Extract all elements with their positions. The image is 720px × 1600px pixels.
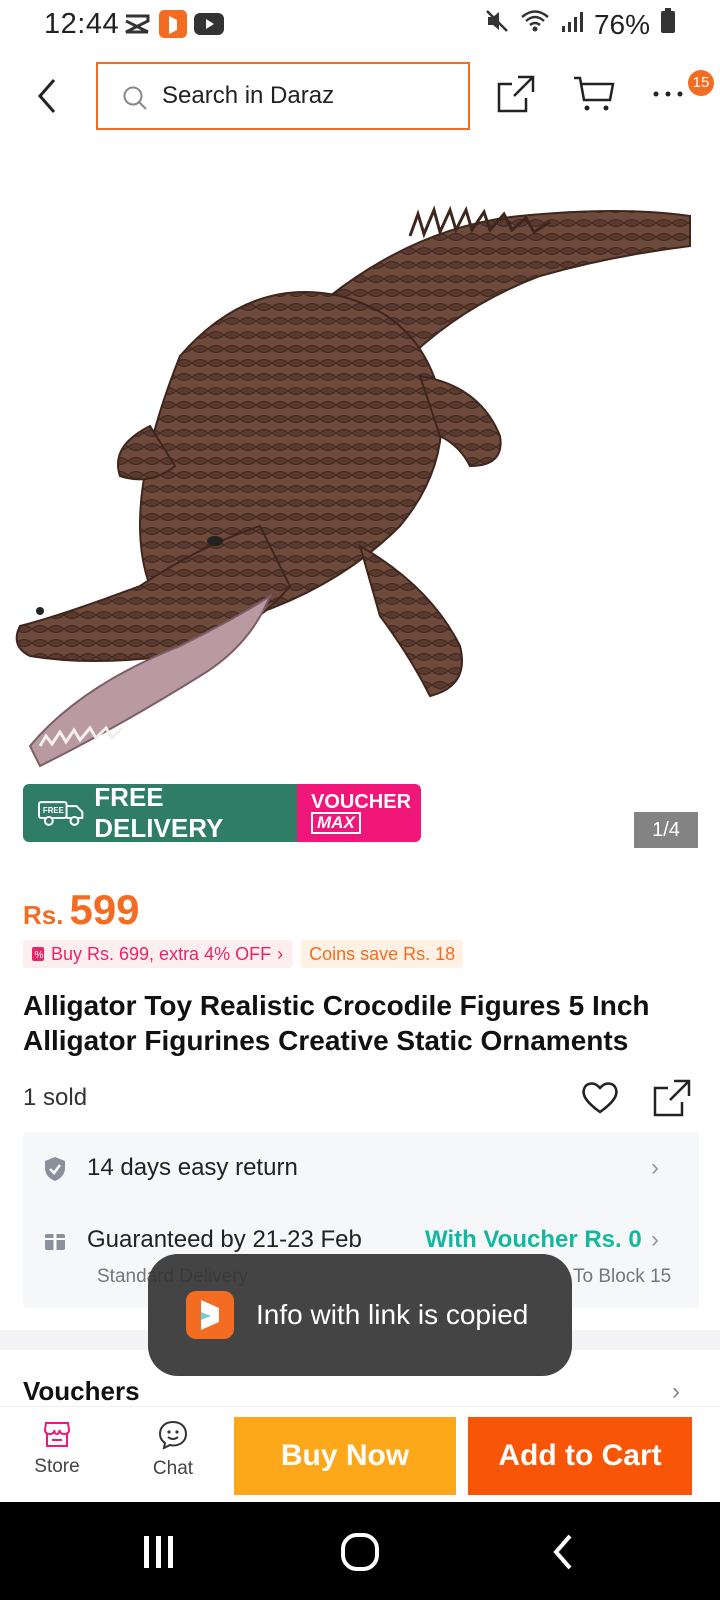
vouchers-heading[interactable]: Vouchers: [23, 1376, 140, 1407]
product-title: Alligator Toy Realistic Crocodile Figure…: [23, 990, 650, 1056]
svg-text:%: %: [35, 950, 44, 961]
delivery-text: Guaranteed by 21-23 Feb: [87, 1226, 362, 1253]
product-image[interactable]: [0, 146, 720, 846]
copy-toast: Info with link is copied: [148, 1254, 572, 1376]
chevron-right-icon: ›: [651, 1226, 659, 1253]
store-icon: [43, 1422, 71, 1447]
capcut-icon: [122, 10, 152, 38]
signal-icon: [560, 9, 584, 41]
cart-button[interactable]: [572, 74, 616, 114]
voucher-max-label: MAX: [311, 812, 361, 834]
battery-percent: 76%: [593, 8, 650, 40]
sold-count: 1 sold: [23, 1084, 88, 1111]
free-delivery-badge: FREE FREE DELIVERY: [23, 784, 297, 842]
price-amount: 599: [69, 886, 140, 933]
add-to-cart-button[interactable]: Add to Cart: [468, 1417, 692, 1495]
top-header: Search in Daraz 15: [0, 58, 720, 134]
product-share-button[interactable]: [652, 1078, 692, 1118]
promo-banner: FREE FREE DELIVERY VOUCHER MAX: [23, 784, 421, 842]
status-bar: 12:44 76%: [0, 0, 720, 50]
bottom-action-bar: Store Chat Buy Now Add to Cart: [0, 1406, 720, 1502]
youtube-icon: [194, 10, 224, 38]
home-icon[interactable]: [340, 1532, 380, 1577]
free-small-label: FREE: [43, 806, 64, 815]
share-button[interactable]: [496, 74, 536, 114]
price-currency: Rs.: [23, 900, 64, 930]
return-policy-text: 14 days easy return: [87, 1154, 298, 1181]
more-button[interactable]: [650, 72, 690, 112]
return-policy-row[interactable]: 14 days easy return ›: [23, 1132, 699, 1206]
toast-message: Info with link is copied: [256, 1299, 529, 1330]
recent-apps-icon[interactable]: [142, 1534, 176, 1575]
buy-now-button[interactable]: Buy Now: [234, 1417, 456, 1495]
voucher-shipping-text: With Voucher Rs. 0: [425, 1226, 642, 1253]
voucher-label: VOUCHER: [311, 791, 412, 813]
coins-tag: Coins save Rs. 18: [301, 940, 464, 968]
chat-button[interactable]: Chat: [138, 1419, 208, 1480]
heart-icon: [582, 1082, 618, 1114]
chevron-right-icon: ›: [651, 1154, 659, 1181]
promo-tags: % Buy Rs. 699, extra 4% OFF › Coins save…: [23, 940, 464, 968]
chat-label: Chat: [152, 1458, 194, 1479]
wishlist-button[interactable]: [580, 1078, 620, 1118]
status-time: 12:44: [44, 8, 120, 40]
store-button[interactable]: Store: [22, 1419, 92, 1478]
search-input[interactable]: Search in Daraz: [96, 62, 470, 130]
daraz-logo-icon: [186, 1291, 234, 1339]
cart-icon: [574, 76, 615, 111]
free-delivery-label: FREE DELIVERY: [94, 784, 224, 842]
store-label: Store: [34, 1456, 80, 1477]
chevron-left-icon: [38, 79, 56, 113]
alligator-figurine-image: [15, 205, 691, 768]
voucher-max-badge: VOUCHER MAX: [297, 784, 421, 842]
delivery-location: To Block 15: [573, 1266, 672, 1287]
mute-icon: [484, 8, 510, 41]
discount-tag-icon: %: [32, 947, 44, 961]
gift-box-icon: [43, 1228, 67, 1257]
chevron-right-icon: ›: [277, 943, 284, 964]
shield-check-icon: [43, 1156, 67, 1187]
chevron-right-icon[interactable]: ›: [672, 1378, 680, 1406]
bundle-deal-tag[interactable]: % Buy Rs. 699, extra 4% OFF ›: [23, 940, 294, 968]
more-dots-icon: [653, 91, 683, 97]
search-placeholder: Search in Daraz: [162, 82, 335, 109]
system-navigation-bar: [0, 1502, 720, 1600]
chat-icon: [158, 1420, 188, 1450]
share-icon: [653, 1079, 691, 1117]
product-price: Rs. 599: [23, 886, 140, 934]
image-counter: 1/4: [634, 812, 698, 848]
back-button[interactable]: [28, 74, 68, 118]
bundle-deal-text: Buy Rs. 699, extra 4% OFF: [51, 943, 272, 964]
share-icon: [497, 75, 535, 113]
cart-count-badge: 15: [688, 70, 714, 96]
search-icon: [122, 85, 148, 116]
back-nav-icon[interactable]: [548, 1532, 578, 1577]
wifi-icon: [520, 8, 550, 41]
battery-icon: [660, 8, 676, 41]
truck-icon: FREE: [37, 801, 84, 826]
daraz-app-icon: [158, 10, 188, 38]
